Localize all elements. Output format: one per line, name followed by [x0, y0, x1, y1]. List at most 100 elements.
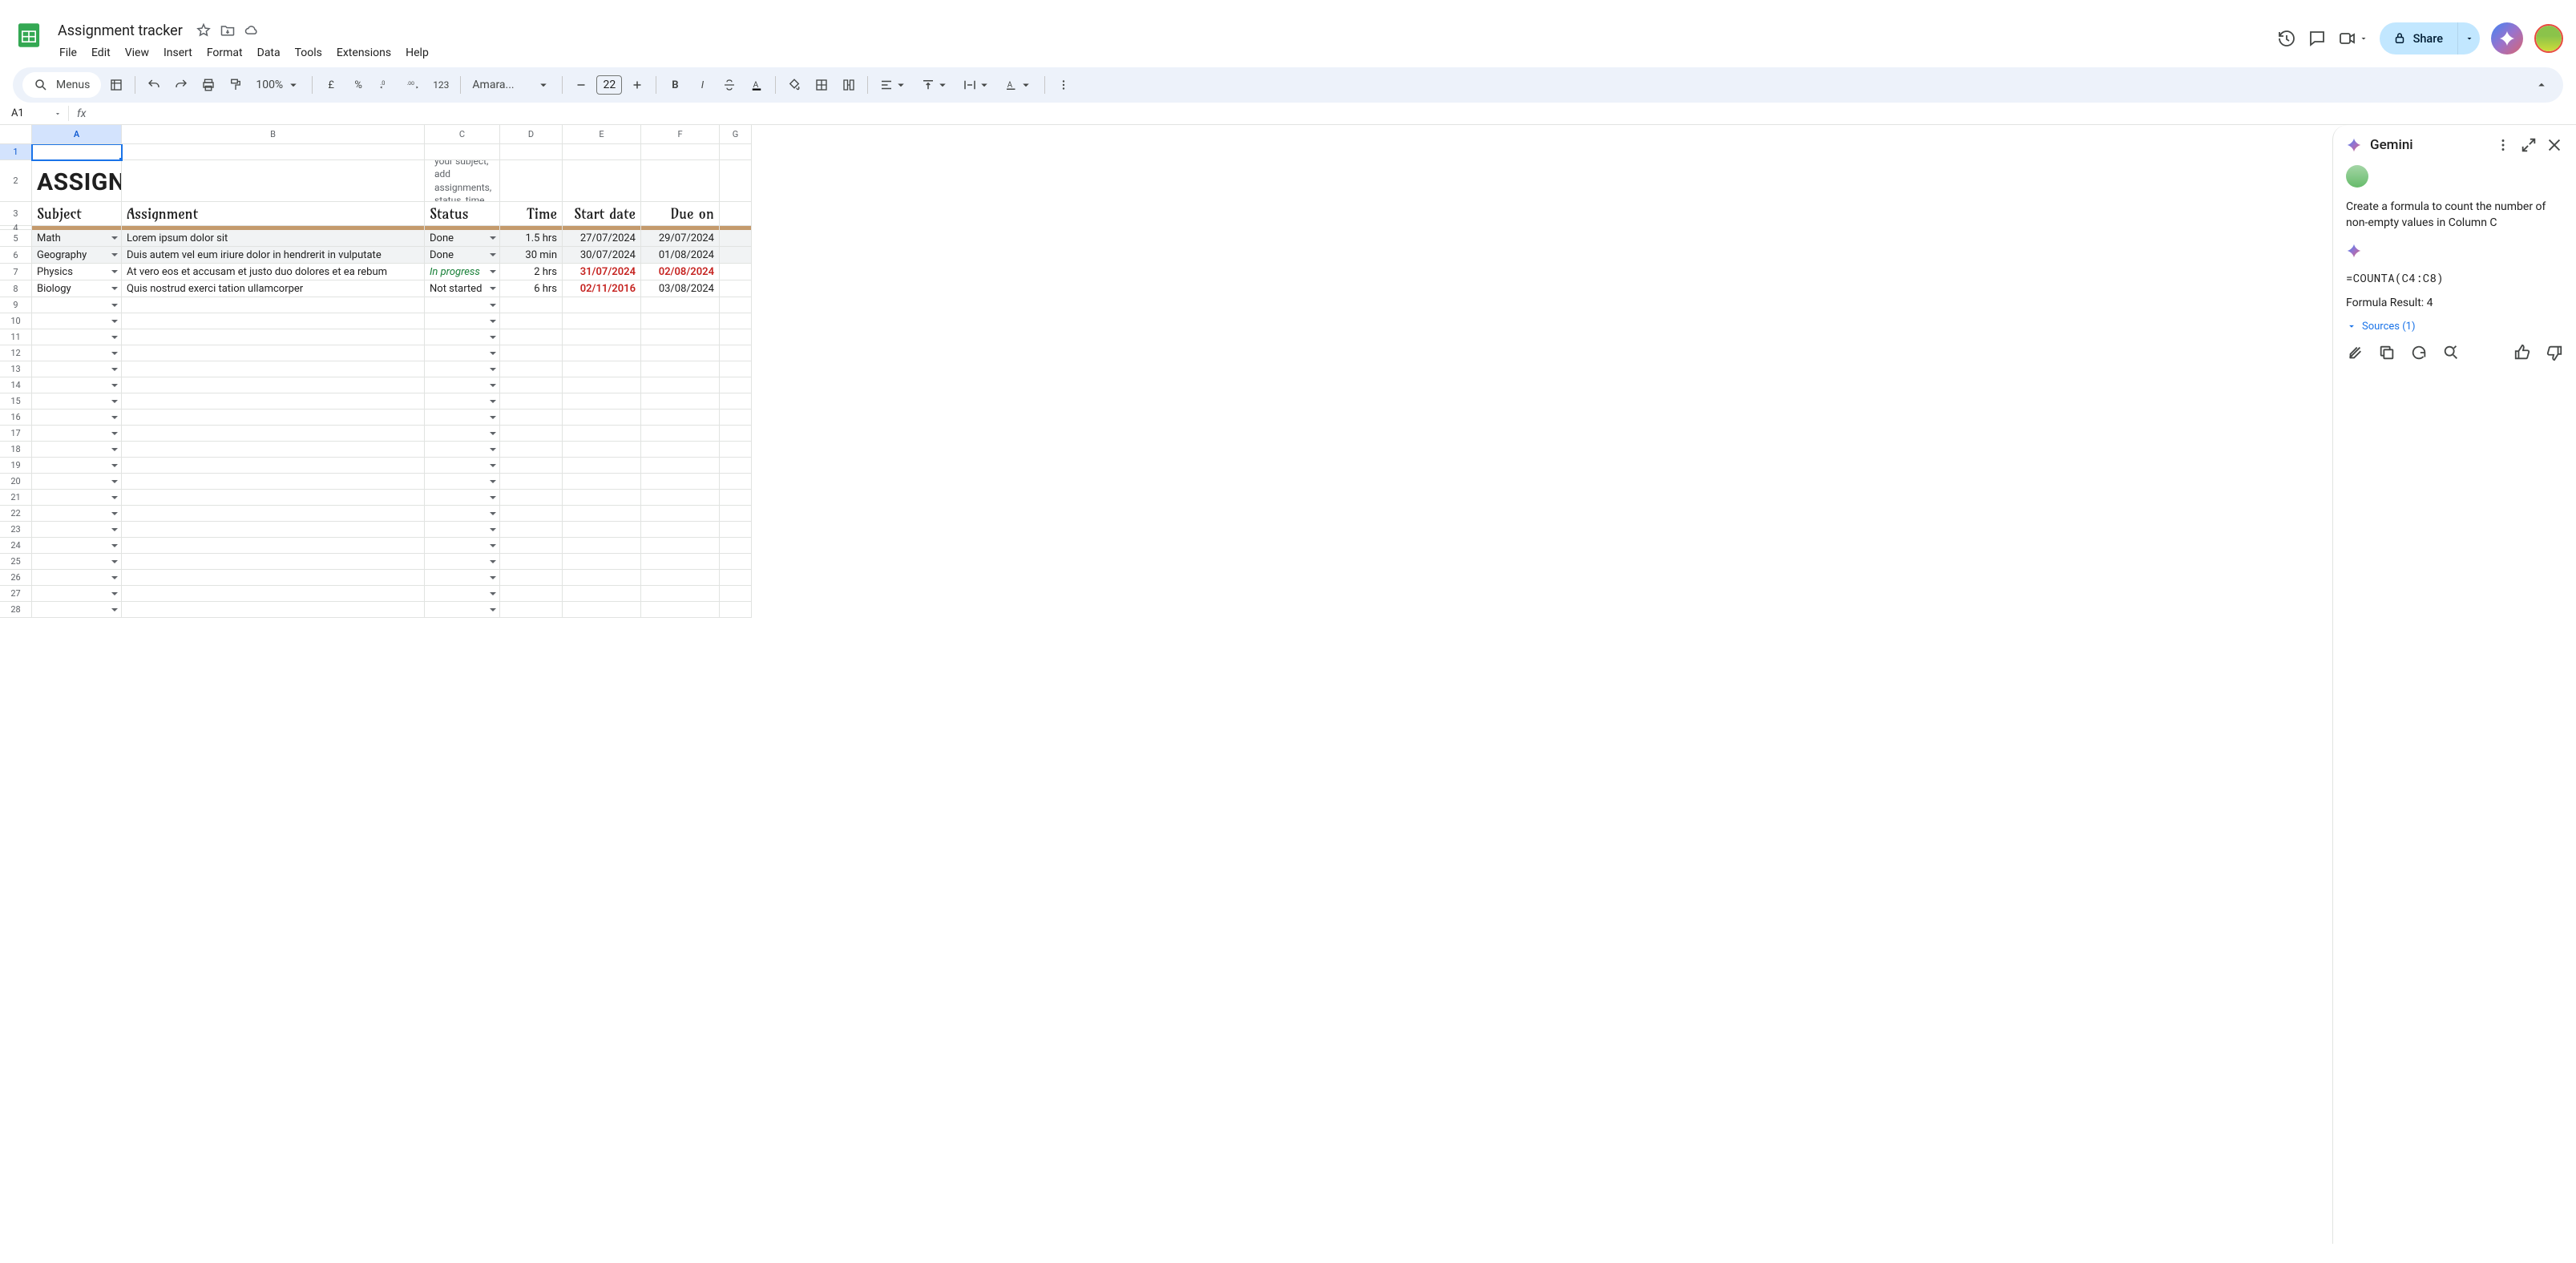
gemini-launcher[interactable]: [2491, 22, 2523, 54]
cell[interactable]: [425, 474, 500, 490]
cell[interactable]: [500, 361, 563, 377]
col-header-B[interactable]: B: [122, 125, 425, 144]
wrap-icon[interactable]: [958, 73, 996, 97]
cell[interactable]: [641, 329, 720, 345]
cell[interactable]: [122, 297, 425, 313]
cell[interactable]: [122, 442, 425, 458]
cell[interactable]: [500, 329, 563, 345]
cell[interactable]: [720, 538, 752, 554]
cell[interactable]: [500, 570, 563, 586]
more-formats-button[interactable]: 123: [428, 73, 454, 97]
cell[interactable]: [122, 490, 425, 506]
row-header[interactable]: 27: [0, 586, 32, 602]
row-header[interactable]: 8: [0, 280, 32, 297]
cell-subject[interactable]: Math: [32, 230, 122, 247]
cell[interactable]: [563, 602, 641, 618]
cell[interactable]: [720, 329, 752, 345]
cell-status[interactable]: Not started: [425, 280, 500, 297]
move-folder-icon[interactable]: [220, 22, 236, 38]
decrease-decimal-button[interactable]: .0: [373, 73, 398, 97]
row-header[interactable]: 10: [0, 313, 32, 329]
search-response-icon[interactable]: [2442, 344, 2460, 361]
menu-help[interactable]: Help: [399, 43, 435, 63]
cell[interactable]: [720, 554, 752, 570]
cell[interactable]: [563, 361, 641, 377]
cell[interactable]: [425, 522, 500, 538]
meet-dropdown-icon[interactable]: [2359, 29, 2368, 48]
cell[interactable]: [32, 538, 122, 554]
col-header-F[interactable]: F: [641, 125, 720, 144]
strikethrough-icon[interactable]: [717, 73, 741, 97]
cell[interactable]: [32, 313, 122, 329]
cell[interactable]: [425, 554, 500, 570]
gemini-close-icon[interactable]: [2546, 136, 2563, 154]
share-button[interactable]: Share: [2380, 22, 2457, 54]
cell[interactable]: [425, 329, 500, 345]
cell[interactable]: [720, 586, 752, 602]
thumbs-down-icon[interactable]: [2546, 344, 2563, 361]
row-header[interactable]: 9: [0, 297, 32, 313]
cell[interactable]: [500, 554, 563, 570]
cell-time[interactable]: 2 hrs: [500, 264, 563, 280]
cell[interactable]: [122, 144, 425, 160]
borders-icon[interactable]: [810, 73, 834, 97]
merge-cells-icon[interactable]: [837, 73, 861, 97]
cell[interactable]: [122, 345, 425, 361]
row-header[interactable]: 12: [0, 345, 32, 361]
cell[interactable]: [641, 377, 720, 393]
cell[interactable]: [720, 490, 752, 506]
cell[interactable]: [122, 458, 425, 474]
undo-icon[interactable]: [142, 73, 166, 97]
col-header-E[interactable]: E: [563, 125, 641, 144]
menu-tools[interactable]: Tools: [289, 43, 329, 63]
gemini-expand-icon[interactable]: [2520, 136, 2538, 154]
cell[interactable]: [32, 586, 122, 602]
cell[interactable]: [720, 280, 752, 297]
cell-assignment[interactable]: Quis nostrud exerci tation ullamcorper: [122, 280, 425, 297]
cell[interactable]: [32, 410, 122, 426]
row-header[interactable]: 26: [0, 570, 32, 586]
cell[interactable]: [122, 570, 425, 586]
cell[interactable]: [563, 458, 641, 474]
cell[interactable]: [122, 586, 425, 602]
sheets-logo[interactable]: [13, 19, 45, 51]
cell[interactable]: [563, 442, 641, 458]
cell[interactable]: [641, 345, 720, 361]
cell[interactable]: [563, 297, 641, 313]
cell[interactable]: [720, 202, 752, 226]
collapse-toolbar-icon[interactable]: [2530, 73, 2554, 97]
cell[interactable]: [720, 442, 752, 458]
more-toolbar-icon[interactable]: [1052, 73, 1076, 97]
cell[interactable]: [563, 570, 641, 586]
cell[interactable]: [122, 426, 425, 442]
cell[interactable]: [563, 160, 641, 202]
cell[interactable]: [641, 393, 720, 410]
row-header[interactable]: 21: [0, 490, 32, 506]
cell[interactable]: [122, 377, 425, 393]
cell[interactable]: [122, 160, 425, 202]
cell[interactable]: [500, 602, 563, 618]
cell[interactable]: [720, 144, 752, 160]
cell[interactable]: [563, 410, 641, 426]
cell-due[interactable]: 03/08/2024: [641, 280, 720, 297]
col-header-D[interactable]: D: [500, 125, 563, 144]
history-icon[interactable]: [2277, 29, 2296, 48]
row-header[interactable]: 17: [0, 426, 32, 442]
cell[interactable]: [641, 474, 720, 490]
cell[interactable]: [563, 313, 641, 329]
row-header[interactable]: 24: [0, 538, 32, 554]
cell[interactable]: [425, 490, 500, 506]
cell[interactable]: [122, 361, 425, 377]
cell[interactable]: [720, 230, 752, 247]
cell[interactable]: [32, 297, 122, 313]
search-menus[interactable]: Menus: [22, 72, 101, 98]
font-select[interactable]: Amara...: [467, 73, 555, 97]
cell[interactable]: [32, 329, 122, 345]
cell[interactable]: [425, 458, 500, 474]
doc-title[interactable]: Assignment tracker: [53, 21, 188, 41]
cell-assignment[interactable]: Lorem ipsum dolor sit: [122, 230, 425, 247]
row-header[interactable]: 25: [0, 554, 32, 570]
cell[interactable]: [500, 377, 563, 393]
cell[interactable]: [641, 586, 720, 602]
thumbs-up-icon[interactable]: [2513, 344, 2531, 361]
